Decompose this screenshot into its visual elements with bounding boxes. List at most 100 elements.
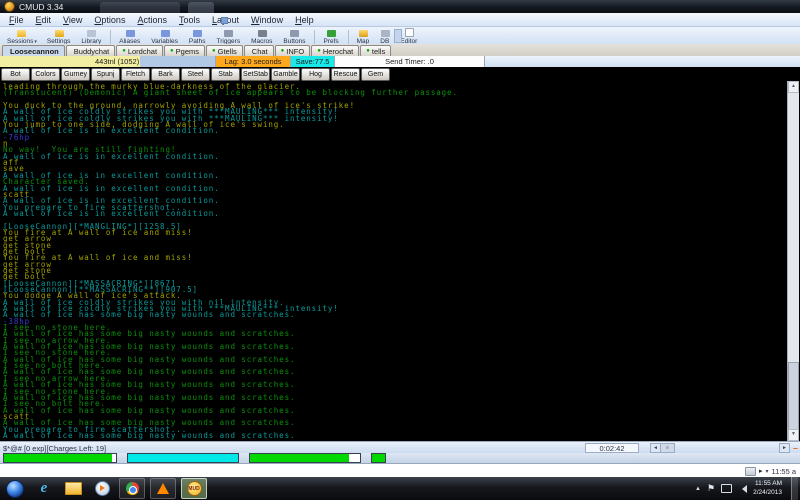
menu-item[interactable]: Edit	[30, 15, 58, 25]
command-input[interactable]	[0, 464, 745, 478]
vlc-icon[interactable]	[150, 478, 176, 499]
triggers-icon	[224, 30, 233, 37]
scrollbar-thumb[interactable]	[788, 362, 799, 430]
macro-button[interactable]: SetStab	[241, 68, 270, 81]
menu-item[interactable]: File	[3, 15, 30, 25]
network-icon[interactable]	[721, 484, 732, 493]
session-tab[interactable]: ● INFO	[275, 45, 311, 56]
terminal-scrollbar[interactable]: ▲ ▼	[787, 81, 799, 441]
window-title: CMUD 3.34	[19, 2, 63, 12]
macro-button[interactable]: Steel	[181, 68, 210, 81]
ie-icon[interactable]: e	[32, 479, 56, 498]
activity-dot-icon: ●	[281, 48, 285, 54]
session-tab-label: Lordchat	[128, 47, 157, 56]
toolbar-button[interactable]: DB	[375, 30, 395, 45]
scroll-up-arrow-icon[interactable]: ▲	[788, 81, 799, 93]
toolbar-overflow-grip[interactable]	[394, 29, 402, 43]
minimize-pane-icon[interactable]: –	[793, 443, 798, 453]
session-tab[interactable]: ● Gtells	[206, 45, 243, 56]
toolbar-button[interactable]: Sessions▾	[2, 30, 42, 45]
vital-gauge-fill	[4, 454, 112, 462]
activity-dot-icon: ●	[317, 48, 321, 54]
macro-button[interactable]: Spunj	[91, 68, 120, 81]
hscrollbar-thumb[interactable]: ≡	[660, 443, 675, 453]
macro-button[interactable]: Stab	[211, 68, 240, 81]
action-center-flag-icon[interactable]: ⚑	[707, 484, 715, 493]
vital-gauge-fill	[128, 454, 238, 462]
toolbar-button[interactable]: Prefs	[314, 30, 344, 45]
macro-button[interactable]: Gurney	[61, 68, 90, 81]
toolbar-button[interactable]: Buttons	[278, 30, 311, 45]
macro-button[interactable]: Gamble	[271, 68, 300, 81]
scroll-down-arrow-icon[interactable]: ▼	[788, 429, 799, 441]
clock-time: 11:55 AM	[753, 480, 782, 489]
session-tab[interactable]: ● Herochat	[311, 45, 359, 56]
input-row-right: ▸ ▾ 11:55 a	[745, 467, 800, 476]
macro-button-row: BotColorsGurneySpunjFletchBarkSteelStabS…	[0, 67, 800, 81]
taskbar-app-glyph: MUD	[187, 481, 202, 496]
toolbar-button[interactable]: Paths	[184, 30, 212, 45]
session-tab[interactable]: Buddychat	[66, 45, 115, 56]
macro-button[interactable]: Hog	[301, 68, 330, 81]
editor-icon	[405, 28, 414, 37]
chrome-icon[interactable]	[119, 478, 145, 499]
explorer-icon[interactable]	[61, 479, 85, 498]
printer-icon[interactable]	[745, 467, 756, 476]
toolbar-button[interactable]: Macros	[246, 30, 278, 45]
taskbar-app-glyph	[126, 482, 139, 495]
session-tab[interactable]: ● tells	[360, 45, 391, 56]
vital-gauge: -/- H	[371, 453, 386, 463]
toolbar-button[interactable]: Triggers	[211, 30, 246, 45]
menu-item[interactable]: Tools	[173, 15, 206, 25]
send-timer-label: Send Timer: .0	[385, 57, 434, 66]
menu-item[interactable]: Options	[88, 15, 131, 25]
wmp-icon[interactable]	[90, 479, 114, 498]
show-desktop-button[interactable]	[791, 477, 798, 500]
session-tab[interactable]: Chat	[244, 45, 274, 56]
menu-bar: FileEditViewOptionsActionsToolsLayoutWin…	[0, 13, 800, 27]
toolbar-button[interactable]: Aliases	[110, 30, 146, 45]
vital-gauge: 1722/1722 M	[127, 453, 239, 463]
taskbar-apps: e MUD	[3, 478, 207, 499]
session-tab[interactable]: ● Pgems	[164, 45, 205, 56]
tray-chevron-up-icon[interactable]: ▲	[695, 486, 701, 492]
menu-item[interactable]: Help	[289, 15, 320, 25]
macro-button[interactable]: Bot	[1, 68, 30, 81]
variables-icon	[161, 30, 170, 37]
session-tab[interactable]: Loosecannon	[2, 45, 65, 56]
volume-icon[interactable]	[738, 485, 747, 493]
cmud-taskbar-icon[interactable]: MUD	[181, 478, 207, 499]
macro-button[interactable]: Rescue	[331, 68, 360, 81]
taskbar-clock[interactable]: 11:55 AM 2/24/2013	[753, 480, 782, 498]
session-tab[interactable]: ● Lordchat	[116, 45, 163, 56]
session-tab-label: Pgems	[176, 47, 199, 56]
command-input-row: ▸ ▾ 11:55 a	[0, 463, 800, 478]
tnl-gauge: 443tnl (1052)	[0, 56, 216, 67]
hscroll-right-arrow-icon[interactable]: ►	[779, 443, 790, 453]
macro-button[interactable]: Bark	[151, 68, 180, 81]
toolbar-button[interactable]: Variables	[146, 30, 184, 45]
toolbar-button[interactable]: Settings	[42, 30, 77, 45]
menu-item[interactable]: Window	[245, 15, 289, 25]
toolbar-button[interactable]: Library	[76, 30, 107, 45]
inactive-window-ghost	[100, 2, 180, 13]
toolbar-button[interactable]: Map	[348, 30, 376, 45]
menu-item[interactable]: View	[57, 15, 88, 25]
vitals-bar-row: 4345/4525 H 1722/1722 M 4266/4762 MV -/-…	[0, 453, 800, 463]
vital-gauge: 4345/4525 H	[3, 453, 117, 463]
macro-button[interactable]: Fletch	[121, 68, 150, 81]
menu-grip	[221, 17, 228, 24]
session-timer: 0:02:42	[585, 443, 639, 453]
macro-button[interactable]: Gem	[361, 68, 390, 81]
macro-button[interactable]: Colors	[31, 68, 60, 81]
start-orb-icon[interactable]	[3, 479, 27, 498]
menu-item[interactable]: Actions	[131, 15, 173, 25]
taskbar-app-glyph	[95, 481, 110, 496]
session-tab-label: tells	[372, 47, 385, 56]
cursor-arrow-icon: ▸	[759, 467, 763, 475]
paths-icon	[193, 30, 202, 37]
chevron-down-icon[interactable]: ▾	[766, 468, 769, 475]
inactive-window-ghost-2	[188, 2, 214, 13]
vital-gauge-fill	[372, 454, 385, 462]
lag-gauge: Lag: 3.0 seconds	[216, 56, 291, 67]
